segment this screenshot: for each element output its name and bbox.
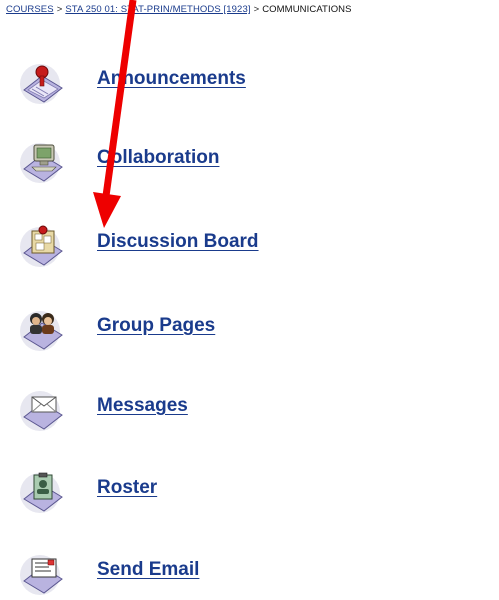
discussion-board-icon: [20, 225, 63, 267]
menu-item-label[interactable]: Group Pages: [97, 315, 215, 337]
menu-item-label[interactable]: Send Email: [97, 559, 199, 581]
group-pages-icon: [20, 311, 63, 351]
breadcrumb-course-link[interactable]: STA 250 01: STAT-PRIN/METHODS [1923]: [65, 4, 250, 15]
menu-item-label[interactable]: Announcements: [97, 68, 246, 90]
roster-icon: [20, 472, 63, 513]
menu-item-announcements[interactable]: Announcements: [18, 58, 348, 108]
menu-item-roster[interactable]: Roster: [18, 467, 348, 517]
breadcrumb-courses-link[interactable]: COURSES: [6, 4, 54, 15]
menu-item-send-email[interactable]: Send Email: [18, 549, 348, 599]
announcements-icon: [20, 64, 63, 104]
menu-item-messages[interactable]: Messages: [18, 385, 348, 435]
menu-item-label[interactable]: Roster: [97, 477, 157, 499]
menu-item-label[interactable]: Collaboration: [97, 147, 219, 169]
breadcrumb-separator: >: [56, 4, 63, 15]
menu-item-collaboration[interactable]: Collaboration: [18, 137, 348, 187]
breadcrumb-separator: >: [253, 4, 260, 15]
breadcrumb: COURSES > STA 250 01: STAT-PRIN/METHODS [1…: [6, 4, 352, 15]
menu-item-label[interactable]: Discussion Board: [97, 231, 259, 253]
send-email-icon: [20, 555, 63, 595]
collaboration-icon: [20, 143, 63, 183]
messages-icon: [20, 391, 63, 431]
breadcrumb-current: COMMUNICATIONS: [262, 4, 352, 15]
menu-item-discussion-board[interactable]: Discussion Board: [18, 221, 348, 271]
menu-item-group-pages[interactable]: Group Pages: [18, 305, 348, 355]
menu-item-label[interactable]: Messages: [97, 395, 188, 417]
